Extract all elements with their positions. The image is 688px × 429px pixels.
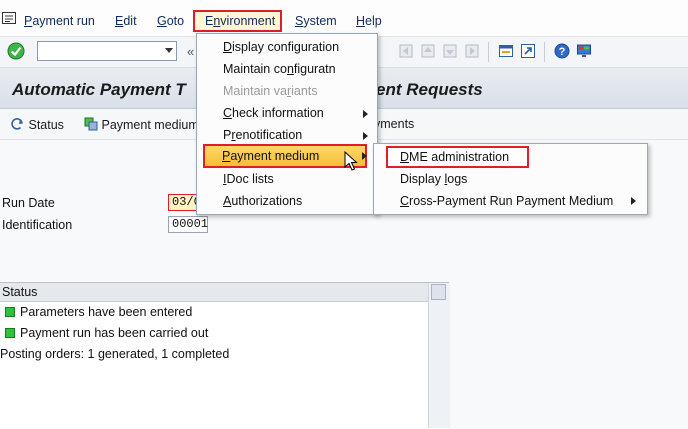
previous-page-icon[interactable] <box>420 43 436 59</box>
run-date-field[interactable]: 03/0 <box>168 194 201 211</box>
menu-payment-run[interactable]: Payment run <box>24 14 95 28</box>
menu-system[interactable]: System <box>295 14 337 28</box>
menu-item-maintain-configuratn[interactable]: Maintain configuratn <box>223 62 336 76</box>
last-page-icon[interactable] <box>464 43 480 59</box>
menu-item-cross-payment-run[interactable]: Cross-Payment Run Payment Medium <box>400 194 613 208</box>
posting-orders-text: Posting orders: 1 generated, 1 completed <box>0 347 230 361</box>
payment-medium-button[interactable]: Payment medium <box>84 117 199 132</box>
refresh-icon <box>11 118 23 130</box>
menu-item-idoc-lists[interactable]: IDoc lists <box>223 172 274 186</box>
menu-item-dme-administration[interactable]: DME administration <box>400 150 509 164</box>
green-status-icon <box>5 307 15 317</box>
environment-menu: Display configuration Maintain configura… <box>196 33 378 215</box>
status-scrollbar[interactable] <box>428 283 450 428</box>
run-date-label: Run Date <box>2 196 55 210</box>
status-header-label: Status <box>2 285 38 299</box>
status-button[interactable]: Status <box>10 117 64 132</box>
next-page-icon[interactable] <box>442 43 458 59</box>
toolbar-separator <box>488 42 489 62</box>
identification-label: Identification <box>2 218 73 232</box>
menu-item-display-configuration[interactable]: Display configuration <box>223 40 339 54</box>
payments-button-tail[interactable]: yments <box>374 117 414 131</box>
chevron-down-icon[interactable] <box>165 48 173 53</box>
menu-item-prenotification[interactable]: Prenotification <box>223 128 302 142</box>
mouse-cursor-icon <box>344 151 358 171</box>
menu-item-authorizations[interactable]: Authorizations <box>223 194 302 208</box>
first-page-icon[interactable] <box>398 43 414 59</box>
menu-item-payment-medium[interactable]: Payment medium <box>222 149 319 163</box>
menu-item-check-information[interactable]: Check information <box>223 106 324 120</box>
payment-medium-icon <box>84 117 98 131</box>
submenu-arrow-icon <box>631 197 636 205</box>
new-session-icon[interactable] <box>498 43 514 59</box>
status-row: Parameters have been entered <box>20 305 193 319</box>
nav-back-icon[interactable]: « <box>187 44 194 59</box>
scrollbar-thumb[interactable] <box>431 284 446 300</box>
status-row: Payment run has been carried out <box>20 326 209 340</box>
menu-environment[interactable]: Environment <box>205 14 275 28</box>
svg-text:?: ? <box>559 46 566 58</box>
submenu-arrow-icon <box>363 132 368 140</box>
menu-edit[interactable]: Edit <box>115 14 137 28</box>
menu-goto[interactable]: Goto <box>157 14 184 28</box>
command-field[interactable] <box>37 41 177 61</box>
page-title: Automatic Payment T <box>12 80 186 99</box>
toolbar-separator <box>544 42 545 62</box>
submenu-arrow-icon <box>363 110 368 118</box>
page-title-tail: ent Requests <box>376 80 483 99</box>
menu-item-display-logs[interactable]: Display logs <box>400 172 467 186</box>
app-menu-icon[interactable] <box>2 12 16 24</box>
customize-layout-icon[interactable] <box>576 43 592 59</box>
help-icon[interactable]: ? <box>554 43 570 59</box>
menu-item-maintain-variants: Maintain variants <box>223 84 318 98</box>
shortcut-icon[interactable] <box>520 43 536 59</box>
identification-field[interactable]: 00001 <box>168 216 208 233</box>
green-status-icon <box>5 328 15 338</box>
menu-bar <box>0 0 688 37</box>
menu-help[interactable]: Help <box>356 14 382 28</box>
status-panel-header: Status <box>0 283 428 302</box>
submenu-arrow-icon <box>362 152 367 160</box>
check-circle-icon[interactable] <box>7 42 25 60</box>
